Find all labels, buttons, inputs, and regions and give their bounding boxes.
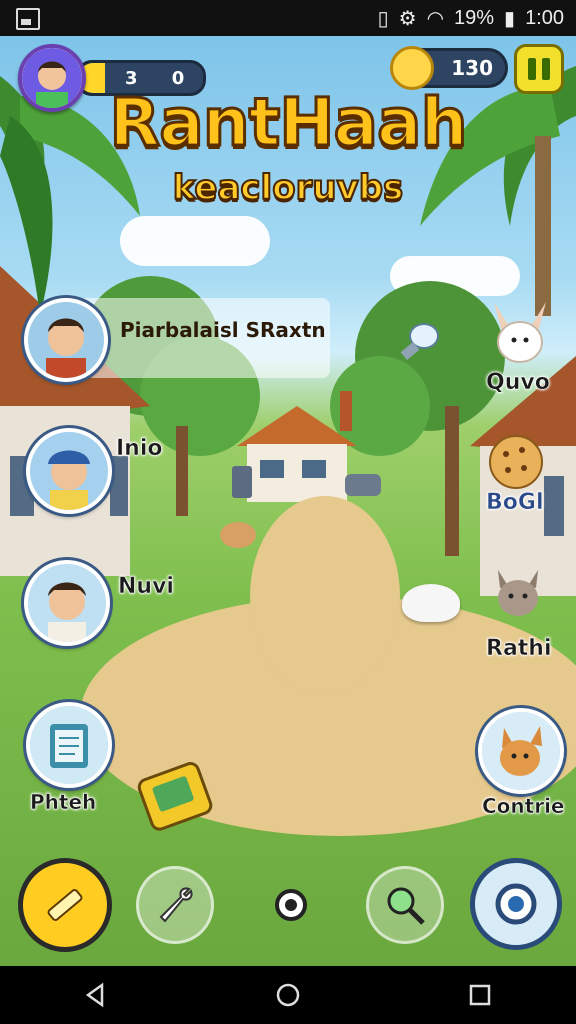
search-button[interactable] (366, 866, 444, 944)
alarm-icon: ⚙ (398, 8, 417, 30)
status-bar: ▯ ⚙ ◠ 19% ▮ 1:00 (0, 0, 576, 36)
lightbulb-icon[interactable] (398, 320, 442, 364)
clock: 1:00 (525, 7, 564, 29)
settings-icon (495, 883, 537, 925)
character-phteh[interactable] (26, 702, 112, 788)
potato-creature-icon[interactable] (220, 522, 256, 548)
boy-face-icon (28, 564, 106, 642)
pause-icon (542, 58, 550, 80)
gear-icon (275, 889, 307, 921)
character-label-rathi: Rathi (486, 636, 552, 662)
recent-icon (469, 984, 491, 1006)
gallery-icon (16, 8, 40, 30)
cookie-creature-icon[interactable] (488, 434, 544, 490)
character-label-phteh: Phteh (30, 790, 97, 815)
battery-percent: 19% (454, 7, 495, 29)
settings-button[interactable] (470, 858, 562, 950)
trash-bin (232, 466, 252, 498)
back-icon (85, 982, 104, 1008)
game-title: RantHaah (108, 83, 469, 163)
home-icon (276, 983, 300, 1007)
wrench-icon (159, 887, 193, 923)
wrench-button[interactable] (136, 866, 214, 944)
character-label-bogl: BoGl (486, 490, 544, 516)
boy-face-icon (28, 302, 104, 378)
wifi-icon: ◠ (426, 8, 445, 30)
character-contrie[interactable] (478, 708, 564, 794)
system-nav-bar (0, 966, 576, 1024)
character-label-inio: Inio (116, 436, 163, 462)
banner-character[interactable] (24, 298, 108, 382)
character-inio[interactable] (26, 428, 112, 514)
car (345, 474, 381, 496)
gear-button[interactable] (252, 866, 330, 944)
character-label-nuvi: Nuvi (118, 574, 174, 600)
vibrate-icon: ▯ (377, 8, 389, 30)
battery-icon: ▮ (504, 8, 516, 30)
bunny-icon[interactable] (484, 298, 556, 368)
dirt-path (250, 496, 400, 696)
fox-icon (482, 712, 560, 790)
home-button[interactable] (268, 975, 308, 1015)
magnifier-icon (387, 887, 425, 925)
character-label-contrie: Contrie (482, 794, 565, 819)
pencil-icon (47, 889, 83, 921)
pencil-button[interactable] (18, 858, 112, 952)
banner-text: Piarbalaisl SRaxtn (120, 318, 326, 342)
book-item-icon[interactable] (136, 756, 218, 836)
back-button[interactable] (76, 975, 116, 1015)
boy-cap-face-icon (30, 432, 108, 510)
character-nuvi[interactable] (24, 560, 110, 646)
coin-value: 130 (451, 56, 493, 80)
character-label-quvo: Quvo (486, 370, 550, 396)
recent-apps-button[interactable] (460, 975, 500, 1015)
notebook-icon (30, 706, 108, 784)
ghost-creature-icon[interactable] (402, 584, 460, 622)
game-subtitle: keacloruvbs (172, 167, 405, 209)
cat-icon[interactable] (490, 564, 546, 624)
pause-icon (528, 58, 536, 80)
